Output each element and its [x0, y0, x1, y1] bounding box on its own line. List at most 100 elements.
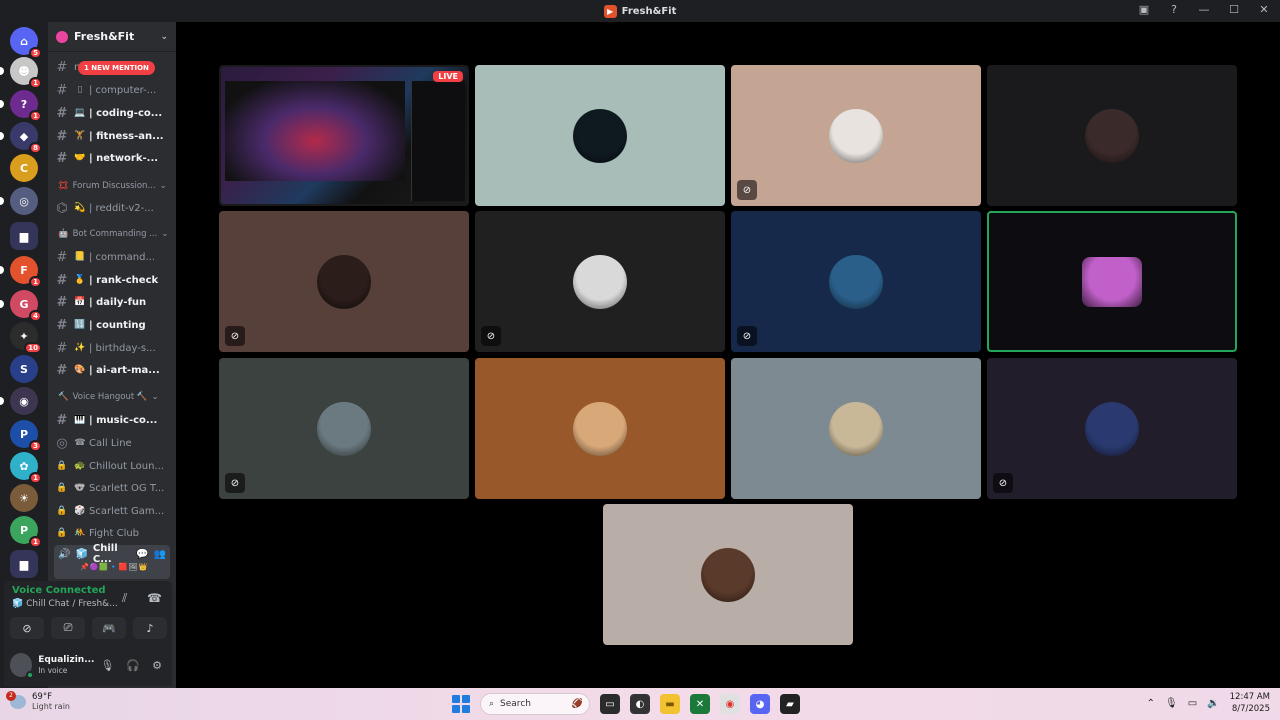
start-button[interactable]	[452, 695, 470, 713]
participant-tile[interactable]: ⊘	[475, 211, 725, 352]
channel-emoji: 🏋	[74, 131, 86, 141]
voice-channel-link[interactable]: 🧊 Chill Chat / Fresh&...	[12, 599, 118, 609]
channel-item[interactable]: ⌬ 💫 | reddit-v2-...	[54, 198, 172, 218]
server-icon[interactable]: F1	[0, 256, 42, 288]
channel-item[interactable]: 🔒 🐨 Scarlett OG T...	[54, 478, 172, 498]
channel-item[interactable]: 🔒 🤼 Fight Club	[54, 523, 172, 543]
server-icon[interactable]: ✿ 1	[10, 452, 42, 484]
microphone-icon[interactable]: 🎙	[100, 659, 114, 672]
participant-tile[interactable]: ⊘	[219, 358, 469, 499]
rain-cloud-icon: 2	[6, 690, 26, 709]
channel-item[interactable]: 🔒 🎲 Scarlett Gam...	[54, 501, 172, 521]
activity-button[interactable]: 🎮	[92, 617, 126, 639]
server-glyph: ◎	[19, 194, 29, 208]
channel-emoji: 💻	[74, 108, 86, 118]
stream-tile[interactable]: LIVE	[219, 65, 469, 206]
channel-item[interactable]: # 🎨 | ai-art-ma...	[54, 360, 172, 380]
chrome-icon[interactable]: ◉	[720, 694, 740, 714]
camera-toggle-button[interactable]: ⊘	[10, 617, 44, 639]
channel-item[interactable]: # 📒 | command...	[54, 247, 172, 267]
server-icon[interactable]: ◎	[0, 187, 38, 215]
server-icon[interactable]: S	[10, 355, 38, 383]
server-icon[interactable]: ◉	[0, 387, 38, 415]
participant-tile[interactable]	[731, 358, 981, 499]
server-icon[interactable]: ✦ 10	[10, 322, 42, 354]
chat-icon[interactable]: 💬	[136, 549, 148, 560]
microphone-tray-icon[interactable]: 🎙	[1165, 698, 1178, 709]
volume-icon[interactable]: 🔉	[1207, 698, 1219, 709]
taskbar-search[interactable]: ⌕ Search 🏈	[480, 693, 590, 715]
file-explorer-icon[interactable]: ▬	[660, 694, 680, 714]
server-icon[interactable]: ▆	[10, 550, 38, 578]
help-icon[interactable]: ?	[1166, 3, 1182, 16]
channel-item[interactable]: # 🎹 | music-co...	[54, 410, 172, 430]
server-icon[interactable]: ☀	[10, 484, 38, 512]
hash-icon: #	[56, 128, 68, 144]
channel-item[interactable]: # 💻 | coding-co...	[54, 103, 172, 123]
avatar[interactable]	[10, 653, 35, 679]
speaker-icon: 🔊	[58, 548, 71, 560]
server-icon[interactable]: C	[10, 154, 38, 182]
channel-item[interactable]: # 🤝 | network-...	[54, 148, 172, 168]
channel-emoji: 📒	[74, 252, 86, 262]
unread-badge: 1	[29, 472, 42, 484]
active-voice-channel[interactable]: 🔊 🧊 Chill C... 💬 👥 📌🟣🟩🔹🟥🖼👑	[54, 543, 170, 579]
server-icon[interactable]: ☻ 1	[0, 57, 42, 89]
channel-item[interactable]: # ✨ | birthday-s...	[54, 338, 172, 358]
server-icon[interactable]: ⌂ 5	[10, 27, 42, 59]
task-view-icon[interactable]: ▭	[600, 694, 620, 714]
network-icon[interactable]: ▭	[1188, 698, 1197, 709]
screen-share-button[interactable]: ⎚	[51, 617, 85, 639]
channel-category[interactable]: 💢 Forum Discussion... ⌄	[58, 181, 167, 191]
clock[interactable]: 12:47 AM 8/7/2025	[1230, 691, 1270, 715]
channel-item[interactable]: # 📅 | daily-fun	[54, 292, 172, 312]
app-icon-1[interactable]: ◐	[630, 694, 650, 714]
channel-label: | counting	[89, 319, 146, 331]
channel-item[interactable]: 🔒 🐢 Chillout Loun...	[54, 456, 172, 476]
maximize-button[interactable]: ☐	[1226, 3, 1242, 16]
participant-tile[interactable]	[987, 211, 1237, 352]
server-icon[interactable]: G4	[0, 290, 42, 322]
channel-emoji: 🥇	[74, 275, 86, 285]
channel-category[interactable]: 🔨 Voice Hangout 🔨 ⌄	[58, 392, 159, 402]
channel-category[interactable]: 🤖 Bot Commanding ... ⌄	[58, 229, 168, 239]
channel-item[interactable]: # ▯ | computer-...	[54, 80, 172, 100]
add-member-icon[interactable]: 👥	[154, 549, 170, 560]
channel-item[interactable]: # 🏋 | fitness-an...	[54, 126, 172, 146]
channel-item[interactable]: # 🥇 | rank-check	[54, 270, 172, 290]
participant-tile[interactable]: ⊘	[731, 211, 981, 352]
chevron-up-icon[interactable]: ⌃	[1147, 698, 1155, 709]
server-icon[interactable]: ▆	[10, 222, 38, 250]
server-icon[interactable]: ? 1	[0, 90, 42, 122]
server-icon[interactable]: P1	[10, 516, 42, 548]
terminal-icon[interactable]: ▰	[780, 694, 800, 714]
search-placeholder: Search	[500, 699, 531, 709]
xbox-icon[interactable]: ✕	[690, 694, 710, 714]
server-icon[interactable]: P3	[10, 420, 42, 452]
participant-tile[interactable]: ⊘	[219, 211, 469, 352]
participant-tile[interactable]	[603, 504, 853, 645]
muted-mic-icon: ⊘	[993, 473, 1013, 493]
participant-tile[interactable]	[475, 65, 725, 206]
settings-gear-icon[interactable]: ⚙	[152, 659, 162, 672]
participant-tile[interactable]	[987, 65, 1237, 206]
disconnect-icon[interactable]: ☎	[147, 591, 162, 605]
user-panel[interactable]: Equalizin... In voice 🎙 🎧 ⚙	[10, 649, 170, 681]
participant-tile[interactable]	[475, 358, 725, 499]
inbox-icon[interactable]: ▣	[1136, 3, 1152, 16]
noise-suppression-icon[interactable]: ⫽	[122, 591, 127, 606]
headphones-icon[interactable]: 🎧	[126, 659, 140, 672]
weather-widget[interactable]: 2 69°F Light rain	[6, 690, 70, 711]
discord-taskbar-icon[interactable]: ◕	[750, 694, 770, 714]
participant-tile[interactable]: ⊘	[987, 358, 1237, 499]
new-mention-pill[interactable]: 1 NEW MENTION	[78, 61, 155, 75]
minimize-button[interactable]: —	[1196, 3, 1212, 16]
participant-tile[interactable]: ⊘	[731, 65, 981, 206]
close-button[interactable]: ✕	[1256, 3, 1272, 16]
soundboard-button[interactable]: ♪	[133, 617, 167, 639]
channel-item[interactable]: ◎ ☎ Call Line	[54, 433, 172, 453]
stream-chat-panel	[411, 81, 465, 201]
channel-item[interactable]: # 🔢 | counting	[54, 315, 172, 335]
server-icon[interactable]: ◆ 8	[0, 122, 42, 154]
guild-header[interactable]: Fresh&Fit ⌄	[48, 22, 176, 52]
